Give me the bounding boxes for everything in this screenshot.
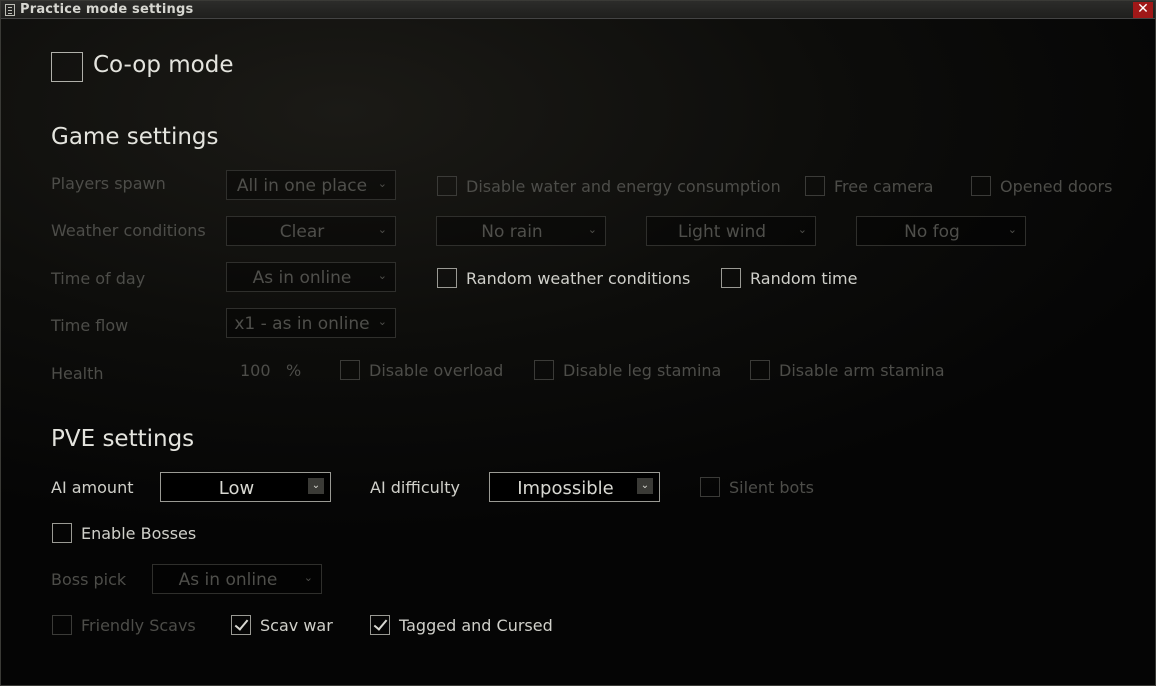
chevron-down-icon: ⌄	[377, 315, 387, 328]
tagged-cursed-checkbox[interactable]	[370, 615, 390, 635]
close-button[interactable]: ✕	[1133, 2, 1153, 18]
chevron-down-icon: ⌄	[308, 478, 324, 494]
chevron-down-icon: ⌄	[377, 269, 387, 282]
scav-war-label: Scav war	[260, 616, 333, 635]
disable-arm-stamina-checkbox[interactable]	[750, 360, 770, 380]
ai-amount-label: AI amount	[51, 478, 134, 497]
window-title: Practice mode settings	[20, 2, 194, 17]
boss-pick-label: Boss pick	[51, 570, 127, 589]
disable-leg-stamina-checkbox[interactable]	[534, 360, 554, 380]
title-bar: Practice mode settings ✕	[1, 1, 1155, 19]
players-spawn-dropdown[interactable]: All in one place ⌄	[226, 170, 396, 200]
weather-clouds-dropdown[interactable]: Clear ⌄	[226, 216, 396, 246]
boss-pick-value: As in online	[178, 570, 278, 590]
ai-amount-dropdown[interactable]: Low ⌄	[160, 472, 331, 502]
time-flow-dropdown[interactable]: x1 - as in online ⌄	[226, 308, 396, 338]
disable-arm-stamina-label: Disable arm stamina	[779, 361, 945, 380]
opened-doors-checkbox[interactable]	[971, 176, 991, 196]
health-unit: %	[286, 361, 302, 380]
weather-rain-value: No rain	[481, 222, 543, 242]
chevron-down-icon: ⌄	[1007, 223, 1017, 236]
weather-fog-value: No fog	[904, 222, 960, 242]
chevron-down-icon: ⌄	[587, 223, 597, 236]
weather-label: Weather conditions	[51, 221, 206, 240]
chevron-down-icon: ⌄	[797, 223, 807, 236]
random-weather-label: Random weather conditions	[466, 269, 691, 288]
health-value-input[interactable]: 100	[240, 361, 271, 380]
time-of-day-value: As in online	[252, 268, 352, 288]
chevron-down-icon: ⌄	[377, 177, 387, 190]
enable-bosses-label: Enable Bosses	[81, 524, 197, 543]
players-spawn-label: Players spawn	[51, 174, 166, 193]
health-label: Health	[51, 364, 104, 383]
disable-overload-checkbox[interactable]	[340, 360, 360, 380]
disable-water-label: Disable water and energy consumption	[466, 177, 781, 196]
time-of-day-dropdown[interactable]: As in online ⌄	[226, 262, 396, 292]
players-spawn-value: All in one place	[236, 176, 368, 196]
enable-bosses-checkbox[interactable]	[52, 523, 72, 543]
opened-doors-label: Opened doors	[1000, 177, 1113, 196]
disable-water-checkbox[interactable]	[437, 176, 457, 196]
coop-mode-label: Co-op mode	[93, 52, 234, 78]
chevron-down-icon: ⌄	[377, 223, 387, 236]
chevron-down-icon: ⌄	[637, 478, 653, 494]
ai-difficulty-dropdown[interactable]: Impossible ⌄	[489, 472, 660, 502]
disable-overload-label: Disable overload	[369, 361, 504, 380]
random-time-checkbox[interactable]	[721, 268, 741, 288]
random-weather-checkbox[interactable]	[437, 268, 457, 288]
disable-leg-stamina-label: Disable leg stamina	[563, 361, 722, 380]
boss-pick-dropdown[interactable]: As in online ⌄	[152, 564, 322, 594]
ai-amount-value: Low	[218, 478, 255, 499]
silent-bots-checkbox[interactable]	[700, 477, 720, 497]
time-flow-value: x1 - as in online	[234, 314, 370, 334]
weather-wind-dropdown[interactable]: Light wind ⌄	[646, 216, 816, 246]
time-of-day-label: Time of day	[51, 269, 146, 288]
free-camera-checkbox[interactable]	[805, 176, 825, 196]
ai-difficulty-value: Impossible	[517, 478, 614, 499]
random-time-label: Random time	[750, 269, 858, 288]
document-icon	[5, 4, 15, 16]
game-settings-heading: Game settings	[51, 124, 219, 150]
weather-rain-dropdown[interactable]: No rain ⌄	[436, 216, 606, 246]
time-flow-label: Time flow	[51, 316, 129, 335]
weather-fog-dropdown[interactable]: No fog ⌄	[856, 216, 1026, 246]
practice-mode-window: Practice mode settings ✕ Co-op mode Game…	[0, 0, 1156, 686]
silent-bots-label: Silent bots	[729, 478, 814, 497]
tagged-cursed-label: Tagged and Cursed	[399, 616, 553, 635]
weather-clouds-value: Clear	[279, 222, 325, 242]
friendly-scavs-label: Friendly Scavs	[81, 616, 196, 635]
weather-wind-value: Light wind	[677, 222, 767, 242]
friendly-scavs-checkbox[interactable]	[52, 615, 72, 635]
coop-mode-checkbox[interactable]	[51, 52, 83, 82]
free-camera-label: Free camera	[834, 177, 934, 196]
scav-war-checkbox[interactable]	[231, 615, 251, 635]
chevron-down-icon: ⌄	[303, 571, 313, 584]
pve-settings-heading: PVE settings	[51, 426, 195, 452]
ai-difficulty-label: AI difficulty	[370, 478, 460, 497]
